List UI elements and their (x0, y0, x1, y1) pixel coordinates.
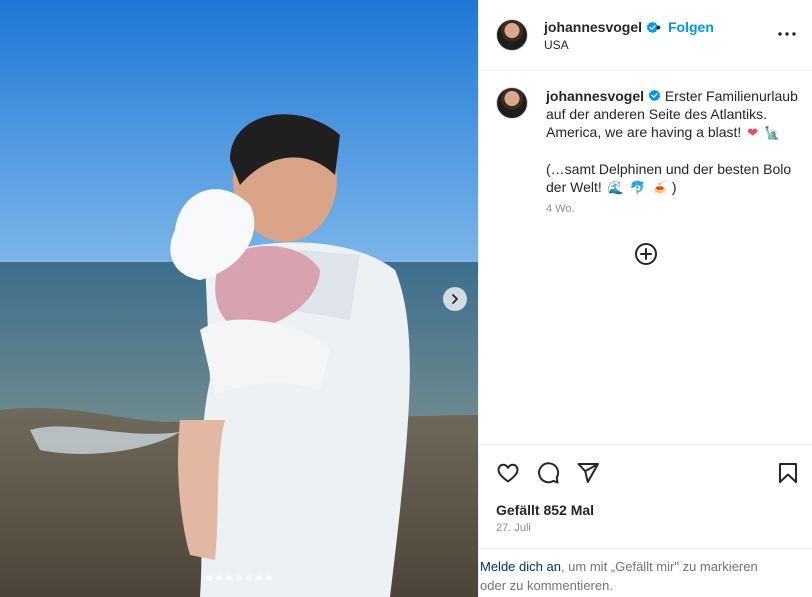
avatar[interactable] (496, 87, 528, 119)
username-link[interactable]: johannesvogel (544, 19, 659, 35)
add-comment-icon (635, 243, 657, 265)
post-actions: Gefällt 852 Mal 27. Juli (479, 444, 812, 548)
comment-button[interactable] (536, 461, 560, 485)
login-prompt: Melde dich an, um mit „Gefällt mir" zu m… (479, 548, 812, 597)
next-image-button[interactable] (443, 287, 467, 311)
post-photo (0, 0, 478, 597)
carousel-dot (216, 575, 222, 581)
statue-of-liberty-emoji: 🗽 (764, 125, 781, 140)
wave-emoji: 🌊 (607, 180, 624, 195)
caption-line: der Welt! (546, 179, 602, 195)
carousel-dot (246, 575, 252, 581)
post-media[interactable] (0, 0, 478, 597)
comment-icon (538, 462, 560, 484)
carousel-dot (256, 575, 262, 581)
caption-line: America, we are having a blast! (546, 124, 742, 140)
location-link[interactable]: USA (544, 38, 569, 52)
save-button[interactable] (776, 461, 800, 485)
login-link[interactable]: Melde dich an (480, 559, 561, 574)
like-button[interactable] (496, 461, 520, 485)
caption-username[interactable]: johannesvogel (546, 88, 644, 104)
carousel-dot (266, 575, 272, 581)
caption-close: ) (671, 179, 677, 195)
carousel-dot (206, 575, 212, 581)
follow-button[interactable]: Folgen (668, 19, 714, 35)
caption-line: auf der anderen Seite des Atlantiks. (546, 106, 768, 122)
more-options-icon (778, 32, 796, 36)
share-icon (577, 463, 599, 483)
avatar[interactable] (496, 19, 528, 51)
login-prompt-text: oder zu kommentieren. (480, 578, 613, 593)
dolphin-emoji: 🐬 (629, 180, 646, 195)
carousel-indicator (0, 575, 478, 581)
carousel-dot (226, 575, 232, 581)
heart-icon (497, 463, 519, 483)
bolo-emoji: 🍝 (651, 180, 668, 195)
caption-line: (…samt Delphinen und der besten Bolo (546, 161, 792, 177)
share-button[interactable] (576, 461, 600, 485)
add-comment-button[interactable] (634, 242, 658, 266)
login-prompt-text: , um mit „Gefällt mir" zu markieren (560, 559, 758, 574)
post-date: 27. Juli (496, 522, 531, 534)
post-time-ago[interactable]: 4 Wo. (546, 203, 575, 215)
bookmark-icon (779, 463, 797, 483)
more-options-button[interactable] (775, 24, 799, 44)
username[interactable]: johannesvogel (544, 19, 642, 35)
caption-text: johannesvogel Erster Familienurlaub auf … (546, 87, 806, 197)
carousel-dot (236, 575, 242, 581)
caption-line: Erster Familienurlaub (664, 88, 798, 104)
like-count[interactable]: Gefällt 852 Mal (496, 502, 594, 518)
chevron-right-icon (452, 294, 458, 304)
verified-badge-icon (648, 89, 661, 102)
separator-dot: • (656, 19, 661, 35)
post-side-panel: johannesvogel • Folgen USA johannesvogel (478, 0, 812, 597)
heart-emoji: ❤ (747, 125, 759, 140)
post-header: johannesvogel • Folgen USA (479, 0, 812, 71)
